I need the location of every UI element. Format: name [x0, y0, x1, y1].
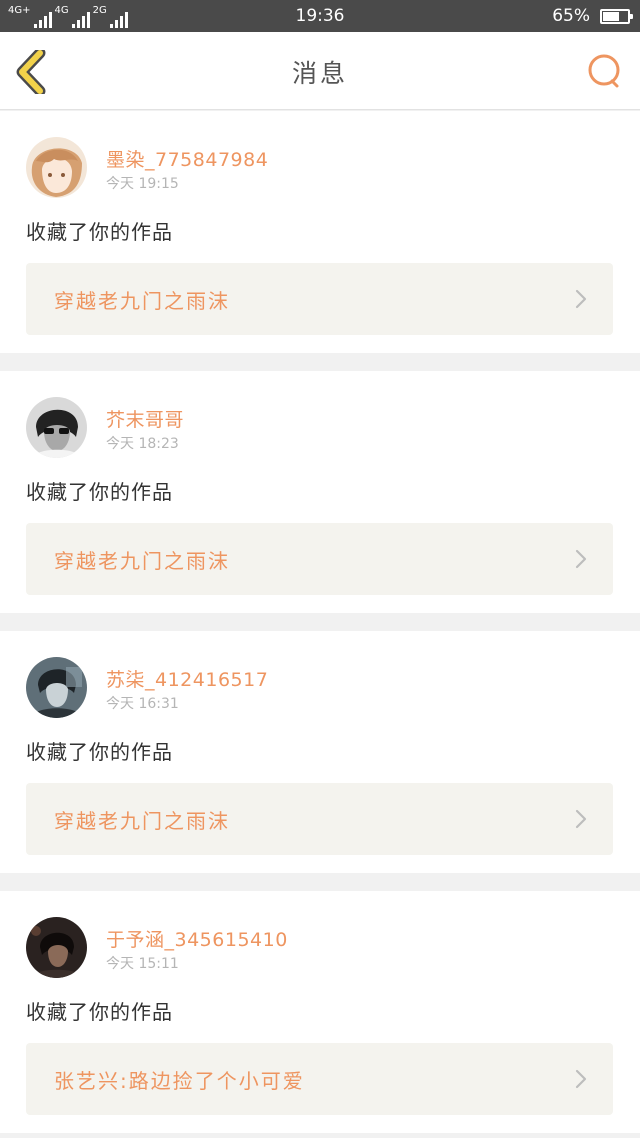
action-text: 收藏了你的作品 — [26, 740, 173, 764]
message-card: 于予涵_345615410 今天 15:11 收藏了你的作品 张艺兴:路边捡了个… — [0, 891, 640, 1133]
chevron-right-icon — [575, 1069, 587, 1089]
message-time: 今天 15:11 — [106, 956, 179, 972]
work-link[interactable]: 张艺兴:路边捡了个小可爱 — [26, 1043, 613, 1115]
username-link[interactable]: 墨染_775847984 — [106, 145, 268, 172]
header: 消息 — [0, 32, 640, 110]
battery-status: 65% — [552, 6, 633, 26]
username-link[interactable]: 芥末哥哥 — [106, 405, 184, 432]
action-text: 收藏了你的作品 — [26, 220, 173, 244]
message-time: 今天 18:23 — [106, 436, 179, 452]
work-title: 穿越老九门之雨沫 — [54, 549, 230, 573]
status-bar: 4G+ 4G 2G 19:36 65% — [0, 0, 640, 32]
search-icon — [588, 54, 620, 88]
message-card: 墨染_775847984 今天 19:15 收藏了你的作品 穿越老九门之雨沫 — [0, 111, 640, 353]
username-link[interactable]: 苏柒_412416517 — [106, 665, 268, 692]
battery-percent: 65% — [552, 6, 590, 26]
search-button[interactable] — [586, 52, 626, 92]
work-link[interactable]: 穿越老九门之雨沫 — [26, 783, 613, 855]
page-title: 消息 — [291, 59, 348, 88]
work-title: 张艺兴:路边捡了个小可爱 — [54, 1069, 305, 1093]
avatar[interactable] — [26, 397, 87, 458]
chevron-right-icon — [575, 289, 587, 309]
work-link[interactable]: 穿越老九门之雨沫 — [26, 263, 613, 335]
chevron-right-icon — [575, 809, 587, 829]
message-card: 芥末哥哥 今天 18:23 收藏了你的作品 穿越老九门之雨沫 — [0, 371, 640, 613]
message-time: 今天 16:31 — [106, 696, 179, 712]
avatar[interactable] — [26, 917, 87, 978]
work-title: 穿越老九门之雨沫 — [54, 289, 230, 313]
action-text: 收藏了你的作品 — [26, 480, 173, 504]
battery-icon — [600, 8, 633, 24]
username-link[interactable]: 于予涵_345615410 — [106, 925, 288, 952]
action-text: 收藏了你的作品 — [26, 1000, 173, 1024]
user-avatar-icon — [26, 397, 87, 458]
chevron-right-icon — [575, 549, 587, 569]
battery-level — [603, 11, 619, 21]
work-title: 穿越老九门之雨沫 — [54, 809, 230, 833]
user-avatar-icon — [26, 137, 87, 198]
user-avatar-icon — [26, 657, 87, 718]
avatar[interactable] — [26, 137, 87, 198]
avatar[interactable] — [26, 657, 87, 718]
clock: 19:36 — [295, 6, 345, 26]
user-avatar-icon — [26, 917, 87, 978]
message-card: 苏柒_412416517 今天 16:31 收藏了你的作品 穿越老九门之雨沫 — [0, 631, 640, 873]
message-time: 今天 19:15 — [106, 176, 179, 192]
work-link[interactable]: 穿越老九门之雨沫 — [26, 523, 613, 595]
